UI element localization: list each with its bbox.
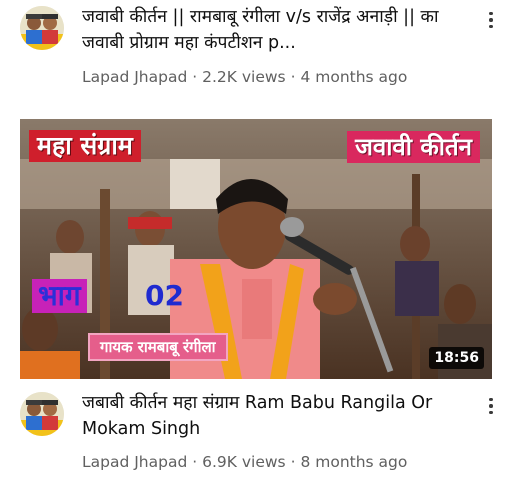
video-item[interactable]: जबाबी कीर्तन महा संग्राम Ram Babu Rangil… bbox=[0, 384, 512, 480]
video-thumbnail[interactable]: महा संग्राम जवावी कीर्तन भाग 02 गायक राम… bbox=[20, 119, 492, 379]
thumbnail-top-right-text: जवावी कीर्तन bbox=[347, 131, 480, 163]
avatar-image bbox=[20, 392, 64, 436]
channel-name[interactable]: Lapad Jhapad bbox=[82, 68, 187, 86]
meta-separator: · bbox=[290, 453, 296, 471]
duration-badge: 18:56 bbox=[429, 347, 484, 369]
channel-avatar[interactable] bbox=[20, 6, 64, 50]
meta-separator: · bbox=[192, 453, 198, 471]
video-title[interactable]: जवाबी कीर्तन || रामबाबू रंगीला v/s राजें… bbox=[82, 4, 462, 56]
thumbnail-part-number: 02 bbox=[145, 279, 184, 312]
view-count: 2.2K views bbox=[202, 68, 286, 86]
video-meta: Lapad Jhapad · 6.9K views · 8 months ago bbox=[82, 452, 407, 472]
channel-name[interactable]: Lapad Jhapad bbox=[82, 453, 187, 471]
meta-separator: · bbox=[290, 68, 296, 86]
more-vert-icon[interactable] bbox=[481, 392, 501, 420]
thumbnail-top-left-text: महा संग्राम bbox=[29, 130, 141, 162]
thumbnail-part-label: भाग bbox=[32, 279, 87, 313]
video-title[interactable]: जबाबी कीर्तन महा संग्राम Ram Babu Rangil… bbox=[82, 390, 442, 442]
meta-separator: · bbox=[192, 68, 198, 86]
upload-age: 4 months ago bbox=[300, 68, 408, 86]
thumbnail-singer-caption: गायक रामबाबू रंगीला bbox=[88, 333, 228, 361]
more-vert-icon[interactable] bbox=[481, 6, 501, 34]
upload-age: 8 months ago bbox=[300, 453, 408, 471]
channel-avatar[interactable] bbox=[20, 392, 64, 436]
view-count: 6.9K views bbox=[202, 453, 286, 471]
video-item[interactable]: जवाबी कीर्तन || रामबाबू रंगीला v/s राजें… bbox=[0, 0, 512, 100]
video-meta: Lapad Jhapad · 2.2K views · 4 months ago bbox=[82, 67, 407, 87]
avatar-image bbox=[20, 6, 64, 50]
